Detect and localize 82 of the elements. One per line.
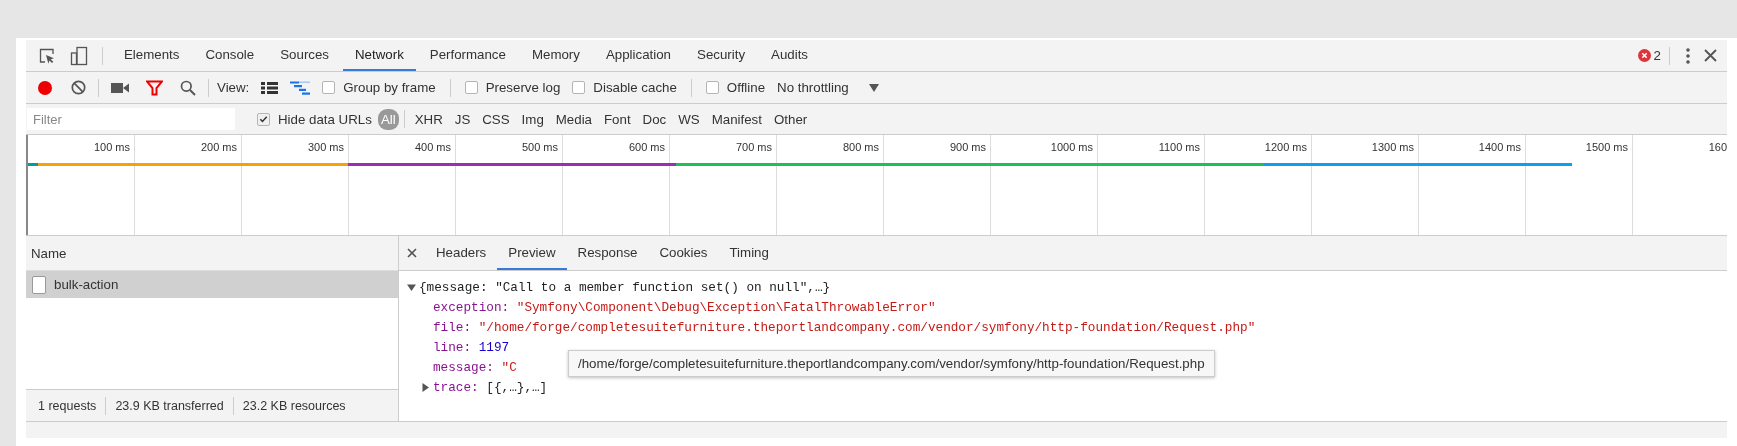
panel-tab[interactable]: Memory [519,40,592,71]
type-filter[interactable]: Font [599,109,636,129]
checkbox-label[interactable]: Preserve log [485,80,561,95]
panel-tab[interactable]: Performance [417,40,518,71]
close-icon[interactable] [407,248,417,258]
detail-tab[interactable]: Cookies [648,236,719,270]
view-label: View: [217,80,250,95]
time-tick: 1000 ms [1050,141,1093,153]
waterfall-icon[interactable] [290,80,311,95]
checkbox-label[interactable]: Group by frame [343,80,436,95]
list-view-icon[interactable] [261,80,279,95]
request-row[interactable]: bulk-action [26,271,398,298]
column-header[interactable]: Name [31,245,67,261]
filter-icon[interactable] [146,79,163,96]
time-tick: 400 ms [414,141,451,153]
detail-tab[interactable]: Timing [718,236,780,270]
throttling-dropdown[interactable]: No throttling [777,80,879,95]
record-icon[interactable] [37,79,53,96]
time-tick: 800 ms [842,141,879,153]
time-tick: 1300 ms [1371,141,1414,153]
detail-tab[interactable]: Headers [425,236,498,270]
time-tick: 1500 ms [1585,141,1628,153]
panel-tab[interactable]: Application [593,40,683,71]
property-line: exception: "Symfony\Component\Debug\Exception\FatalThrowableError" [433,299,936,315]
checkbox[interactable] [464,81,478,94]
detail-tab[interactable]: Preview [497,236,567,270]
checkbox[interactable] [572,81,586,94]
type-filter[interactable]: Manifest [706,109,767,129]
status-text: 23.2 KB resources [242,398,346,413]
time-tick: 1400 ms [1478,141,1521,153]
time-tick: 1100 ms [1158,141,1200,153]
property-line: file: "/home/forge/completesuitefurniture.theportlandcompany.com/vendor/symfony/http-foundation/Request.php" [433,319,1256,335]
type-filter[interactable]: Other [768,109,813,129]
close-icon[interactable] [1704,49,1717,62]
status-text: 1 requests [38,398,97,413]
property-line: message: "C [433,359,517,375]
property-line: trace: [{,…},…] [433,379,548,395]
panel-tab[interactable]: Console [193,40,267,71]
panel-tab[interactable]: Audits [759,40,821,71]
type-filter[interactable]: Doc [637,109,672,129]
clear-icon[interactable] [71,80,86,95]
file-icon [32,275,46,294]
time-tick: 700 ms [735,141,772,153]
error-icon[interactable] [1637,49,1651,62]
property-line: line: 1197 [433,339,510,355]
panel-tab[interactable]: Sources [268,40,341,71]
tooltip: /home/forge/completesuitefurniture.theportlandcompany.com/vendor/symfony/http-foundation/Request.php [568,350,1215,377]
search-icon[interactable] [180,79,196,96]
caret-icon[interactable] [868,83,879,92]
type-filter[interactable]: Media [550,109,597,129]
type-filter[interactable]: XHR [409,109,448,129]
time-tick: 600 ms [628,141,665,153]
time-tick: 300 ms [307,141,344,153]
type-filter[interactable]: JS [449,109,476,129]
time-tick: 1200 ms [1264,141,1307,153]
checkbox[interactable] [322,81,336,94]
panel-tab[interactable]: Elements [112,40,192,71]
time-tick: 160 [1708,141,1727,153]
time-tick: 500 ms [521,141,558,153]
collapse-icon[interactable] [407,282,416,292]
checkbox[interactable] [705,81,719,94]
checkbox[interactable] [257,112,270,126]
detail-tab[interactable]: Response [566,236,649,270]
video-camera-icon[interactable] [111,81,129,94]
time-tick: 900 ms [949,141,986,153]
inspect-icon[interactable] [38,46,56,65]
filter-field[interactable]: Filter [27,108,235,130]
menu-icon[interactable] [1686,47,1690,64]
checkbox-label[interactable]: Offline [726,80,766,95]
checkbox-label[interactable]: Hide data URLs [278,111,372,127]
time-tick: 100 ms [93,141,130,153]
error-count[interactable]: 2 [1653,48,1661,63]
checkbox-label[interactable]: Disable cache [593,80,677,95]
expand-icon[interactable] [421,382,430,392]
type-filter[interactable]: CSS [477,109,515,129]
json-summary: {message: "Call to a member function set() on null",…} [419,279,831,295]
panel-tab[interactable]: Security [685,40,758,71]
device-icon[interactable] [70,45,88,66]
type-filter[interactable]: Img [516,109,549,129]
status-text: 23.9 KB transferred [115,398,224,413]
type-filter[interactable]: WS [673,109,705,129]
time-tick: 200 ms [200,141,237,153]
